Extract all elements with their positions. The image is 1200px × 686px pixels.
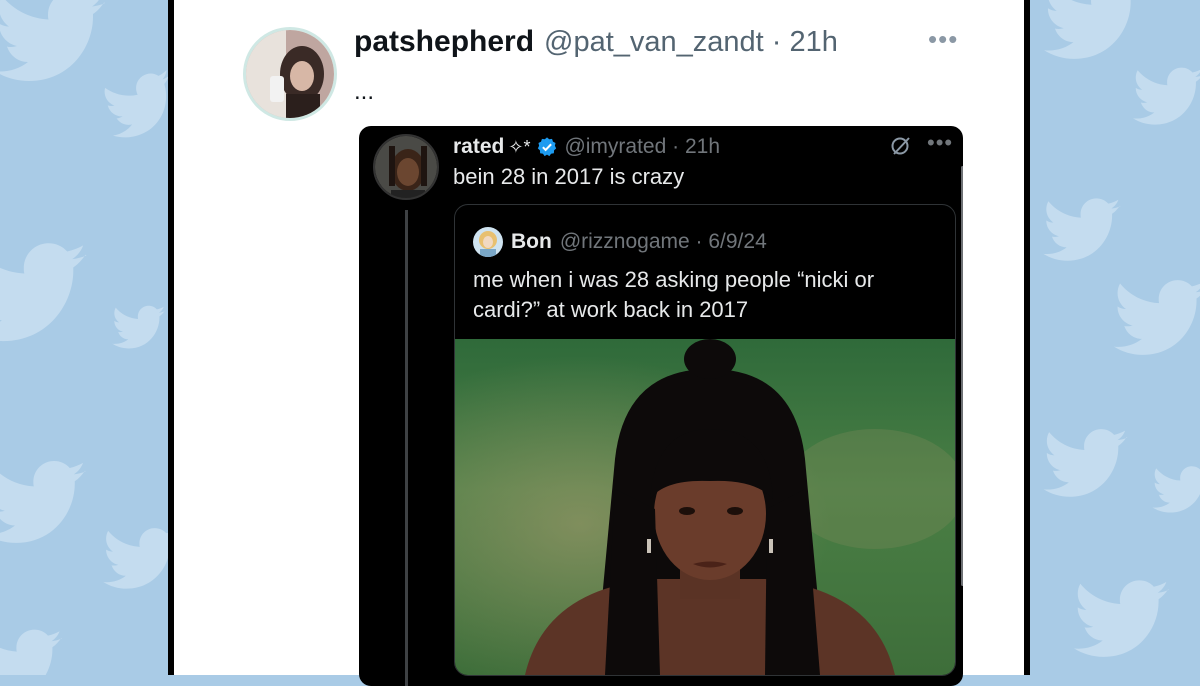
rated-photo-icon: [375, 136, 437, 198]
rated-display-name[interactable]: rated: [453, 135, 504, 159]
tweet-panel-frame: patshepherd @pat_van_zandt · 21h ••• ...…: [168, 0, 1030, 686]
card-scrollbar[interactable]: [961, 166, 963, 586]
nested-quote-card[interactable]: Bon @rizznogame · 6/9/24 me when i was 2…: [454, 204, 956, 676]
more-dots-icon[interactable]: •••: [928, 24, 958, 55]
tweet-container: patshepherd @pat_van_zandt · 21h ••• ...…: [174, 0, 1024, 686]
quoted-media-image[interactable]: [455, 339, 955, 675]
bon-display-name[interactable]: Bon: [511, 230, 552, 254]
thread-connector-line: [405, 210, 408, 686]
rated-avatar[interactable]: [373, 134, 439, 200]
bon-photo-icon: [473, 227, 503, 257]
bon-tweet-text: me when i was 28 asking people “nicki or…: [473, 267, 875, 322]
patshepherd-avatar[interactable]: [243, 27, 337, 121]
verified-badge-icon: [538, 137, 557, 157]
grok-icon[interactable]: [889, 134, 913, 158]
woman-photo-icon: [455, 339, 955, 675]
tweet-header: patshepherd @pat_van_zandt · 21h: [354, 22, 838, 62]
quoted-tweet-screenshot[interactable]: rated ✧* @imyrated · 21h ••• bein 28 in …: [359, 126, 963, 686]
tweet-body-text: ...: [354, 78, 375, 105]
rated-name-decoration: ✧*: [508, 136, 531, 157]
bon-header: Bon @rizznogame · 6/9/24: [473, 227, 767, 257]
rated-tweet-text: bein 28 in 2017 is crazy: [453, 164, 685, 189]
bon-handle-and-time[interactable]: @rizznogame · 6/9/24: [560, 230, 767, 254]
tweet-handle-and-time[interactable]: @pat_van_zandt · 21h: [544, 26, 838, 59]
bon-avatar[interactable]: [473, 227, 503, 257]
card-more-dots-icon[interactable]: •••: [927, 130, 953, 156]
rated-header: rated ✧* @imyrated · 21h: [453, 132, 720, 162]
tweet-display-name[interactable]: patshepherd: [354, 25, 534, 59]
rated-handle-and-time[interactable]: @imyrated · 21h: [564, 135, 720, 159]
user-photo-icon: [246, 30, 334, 118]
